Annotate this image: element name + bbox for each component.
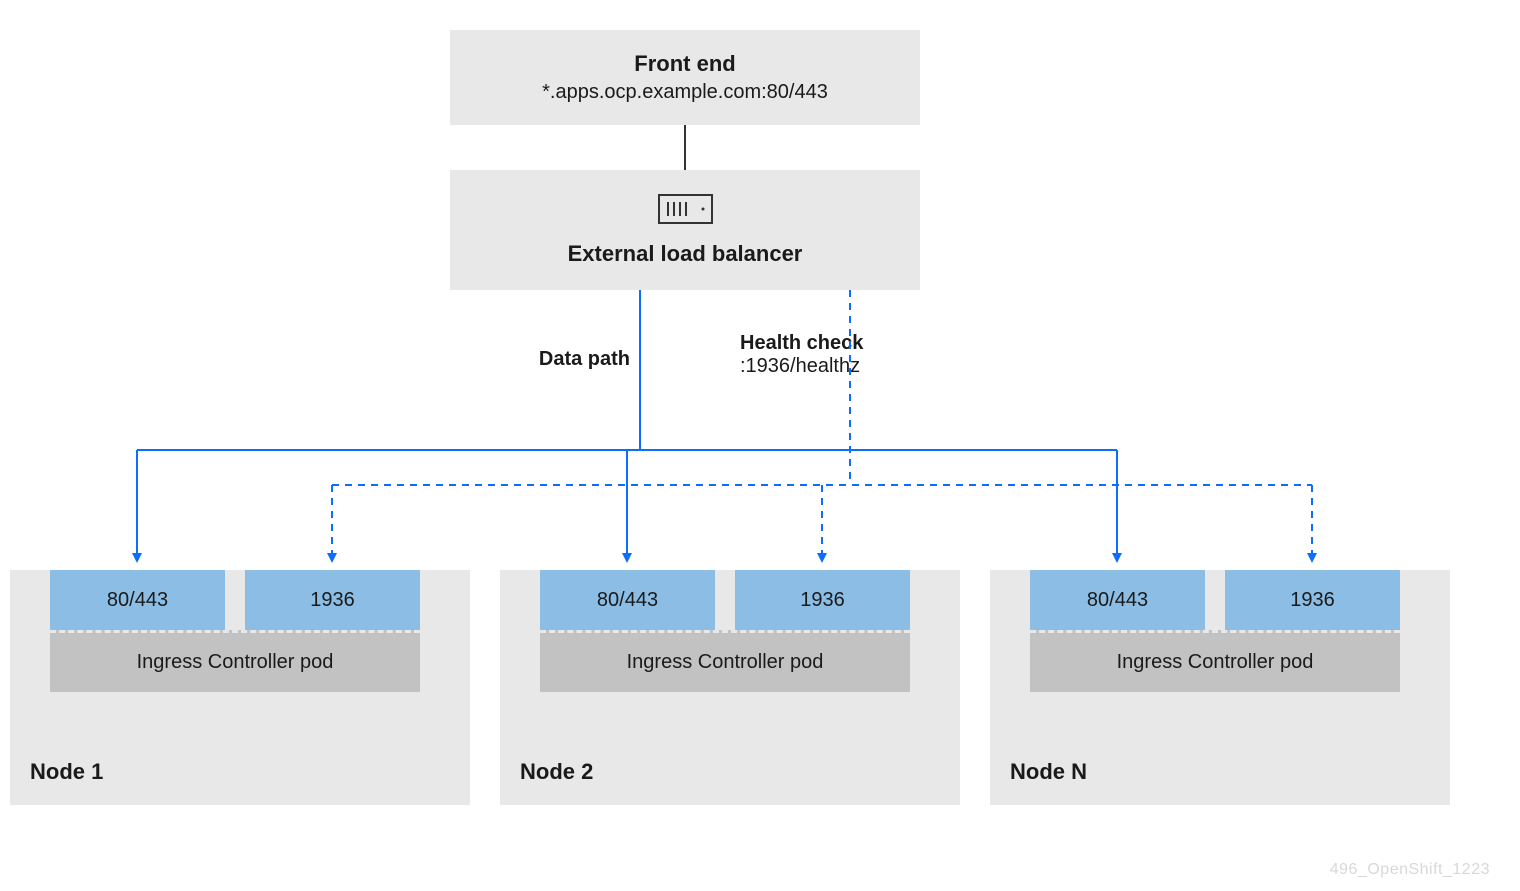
node-box-1: 80/443 1936 Ingress Controller pod Node … (10, 570, 470, 805)
node-label: Node 1 (30, 759, 103, 785)
port-box-health: 1936 (735, 570, 910, 630)
port-box-data: 80/443 (50, 570, 225, 630)
health-check-title: Health check (740, 332, 863, 355)
data-path-label: Data path (530, 348, 630, 371)
frontend-box: Front end *.apps.ocp.example.com:80/443 (450, 30, 920, 125)
pod-box: Ingress Controller pod (1030, 630, 1400, 692)
port-box-health: 1936 (1225, 570, 1400, 630)
node-box-n: 80/443 1936 Ingress Controller pod Node … (990, 570, 1450, 805)
connector-frontend-lb (684, 125, 686, 170)
pod-box: Ingress Controller pod (540, 630, 910, 692)
node-label: Node 2 (520, 759, 593, 785)
pod-box: Ingress Controller pod (50, 630, 420, 692)
server-icon (658, 194, 713, 229)
watermark: 496_OpenShift_1223 (1330, 861, 1490, 879)
port-box-data: 80/443 (1030, 570, 1205, 630)
node-box-2: 80/443 1936 Ingress Controller pod Node … (500, 570, 960, 805)
health-check-label: Health check :1936/healthz (740, 332, 863, 378)
load-balancer-box: External load balancer (450, 170, 920, 290)
load-balancer-label: External load balancer (568, 241, 803, 267)
frontend-title: Front end (634, 51, 735, 77)
frontend-subtitle: *.apps.ocp.example.com:80/443 (542, 81, 828, 104)
port-box-health: 1936 (245, 570, 420, 630)
node-label: Node N (1010, 759, 1087, 785)
port-box-data: 80/443 (540, 570, 715, 630)
health-check-sub: :1936/healthz (740, 355, 863, 378)
